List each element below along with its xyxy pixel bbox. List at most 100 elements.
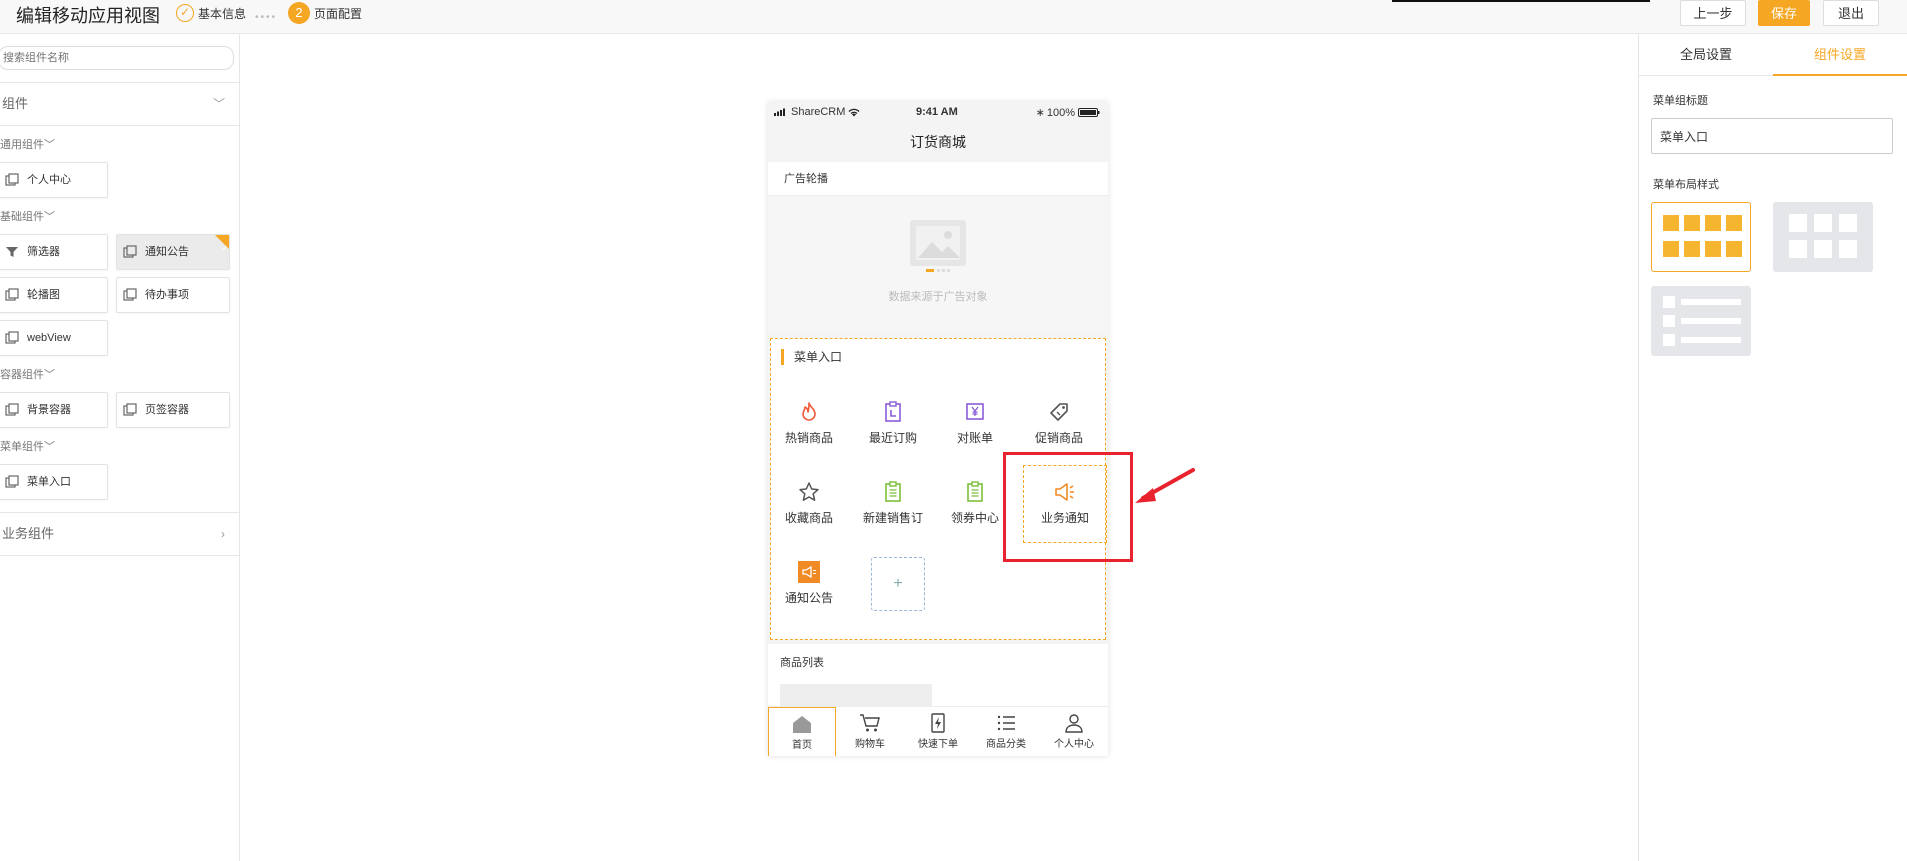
component-filter[interactable]: 筛选器 [0,234,108,270]
component-sidebar: 组件 ﹀ 通用组件﹀ 个人中心 基础组件﹀ 筛选器 通知公告 ✓ 轮播图 待办事… [0,34,240,861]
phone-tab-bar: 首页 购物车 快速下单 商品分类 个人中心 [768,706,1108,756]
menu-item-hot-goods[interactable]: 热销商品 [773,401,845,465]
save-button[interactable]: 保存 [1758,0,1810,26]
component-icon [5,403,19,416]
component-todo[interactable]: 待办事项 [116,277,230,313]
group-basic-label[interactable]: 基础组件﹀ [0,208,55,224]
step-basic-info-label: 基本信息 [198,6,247,21]
ad-carousel-block[interactable]: 广告轮播 数据来源于广告对象 [768,162,1108,334]
star-icon [799,482,819,501]
goods-placeholder [780,684,932,706]
overlay-edge [1392,0,1650,2]
business-section-label: 业务组件 [2,526,55,541]
page-title: 编辑移动应用视图 [16,6,160,26]
tag-icon [1050,403,1068,421]
step-connector: •••• [255,12,278,23]
highlight-box [1003,452,1133,562]
menu-item-new-sales-order[interactable]: 新建销售订 [857,481,929,545]
tab-cart[interactable]: 购物车 [836,707,904,756]
component-icon [5,475,19,488]
group-menu-label[interactable]: 菜单组件﹀ [0,438,55,454]
layout-style-label: 菜单布局样式 [1653,179,1719,191]
menu-entry-title: 菜单入口 [781,349,842,365]
cart-icon [860,714,880,732]
ad-carousel-title: 广告轮播 [768,162,1108,196]
settings-tabs: 全局设置 组件设置 [1639,34,1907,76]
layout-option-list[interactable] [1651,286,1751,356]
clipboard-green-icon [885,481,901,502]
component-search-input[interactable] [0,46,234,70]
wifi-icon [848,108,860,116]
step-page-config-label: 页面配置 [314,6,363,21]
phone-preview: ShareCRM 9:41 AM ∗ 100% 订货商城 广告轮播 数据来源于广… [768,102,1108,756]
component-menu-entry[interactable]: 菜单入口 [0,464,108,500]
quick-order-icon [931,713,945,733]
components-section-header[interactable]: 组件 ﹀ [0,82,239,126]
ad-caption: 数据来源于广告对象 [888,291,988,303]
step-page-config[interactable]: 2 页面配置 [288,2,362,24]
tab-category[interactable]: 商品分类 [972,707,1040,756]
component-webview[interactable]: webView [0,320,108,356]
carousel-dots [926,269,950,272]
chevron-right-icon: › [221,527,225,541]
settings-panel: 全局设置 组件设置 菜单组标题 菜单布局样式 [1638,34,1907,861]
battery: ∗ 100% [1036,106,1100,119]
user-icon [1065,714,1083,733]
clipboard-green-icon [967,481,983,502]
battery-icon [1078,108,1100,117]
component-icon [5,288,19,301]
tab-quick-order[interactable]: 快速下单 [904,707,972,756]
menu-title-input[interactable] [1651,118,1893,154]
home-icon [793,716,811,733]
component-icon [5,331,19,344]
goods-list-title: 商品列表 [780,657,824,669]
yen-doc-icon [966,403,984,420]
exit-button[interactable]: 退出 [1823,0,1879,26]
arrow-icon [1135,468,1195,503]
component-carousel[interactable]: 轮播图 [0,277,108,313]
layout-option-grid-4[interactable] [1651,202,1751,272]
tab-profile[interactable]: 个人中心 [1040,707,1108,756]
tab-component-settings[interactable]: 组件设置 [1773,34,1907,76]
grid-4-icon [1663,215,1742,257]
component-tab-container[interactable]: 页签容器 [116,392,230,428]
fire-icon [802,402,816,421]
add-menu-item-button[interactable]: + [871,557,925,611]
layout-option-grid-3[interactable] [1773,202,1873,272]
business-section-header[interactable]: 业务组件 › [0,512,239,556]
status-time: 9:41 AM [916,106,958,118]
status-bar: ShareCRM 9:41 AM ∗ 100% [768,102,1108,122]
components-section-label: 组件 [2,96,29,111]
phone-page-title: 订货商城 [910,134,966,150]
menu-item-coupon-center[interactable]: 领券中心 [939,481,1011,545]
component-personal-center[interactable]: 个人中心 [0,162,108,198]
menu-item-recent-orders[interactable]: 最近订购 [857,401,929,465]
carrier: ShareCRM [774,106,860,118]
chevron-down-icon: ﹀ [212,97,225,111]
list-layout-icon [1663,296,1741,346]
component-icon [5,173,19,186]
tab-home[interactable]: 首页 [768,707,836,756]
funnel-icon [6,247,18,257]
step-number-badge: 2 [288,2,310,24]
component-bg-container[interactable]: 背景容器 [0,392,108,428]
menu-title-label: 菜单组标题 [1653,95,1708,107]
step-basic-info[interactable]: ✓ 基本信息 [176,4,246,22]
menu-item-favorites[interactable]: 收藏商品 [773,481,845,545]
menu-item-statement[interactable]: 对账单 [939,401,1011,465]
check-icon: ✓ [221,244,228,253]
image-placeholder-icon [910,220,966,266]
component-icon [123,288,137,301]
component-notice[interactable]: 通知公告 ✓ [116,234,230,270]
prev-step-button[interactable]: 上一步 [1680,0,1746,26]
megaphone-filled-icon [798,561,820,583]
component-icon [123,245,137,258]
top-header: 编辑移动应用视图 ✓ 基本信息 •••• 2 页面配置 上一步 保存 退出 [0,0,1907,34]
group-container-label[interactable]: 容器组件﹀ [0,366,55,382]
grid-3-icon [1789,214,1857,258]
tab-global-settings[interactable]: 全局设置 [1639,34,1773,76]
menu-item-notice[interactable]: 通知公告 [773,561,845,625]
clipboard-l-icon [885,401,901,422]
group-general-label[interactable]: 通用组件﹀ [0,136,55,152]
component-icon [123,403,137,416]
